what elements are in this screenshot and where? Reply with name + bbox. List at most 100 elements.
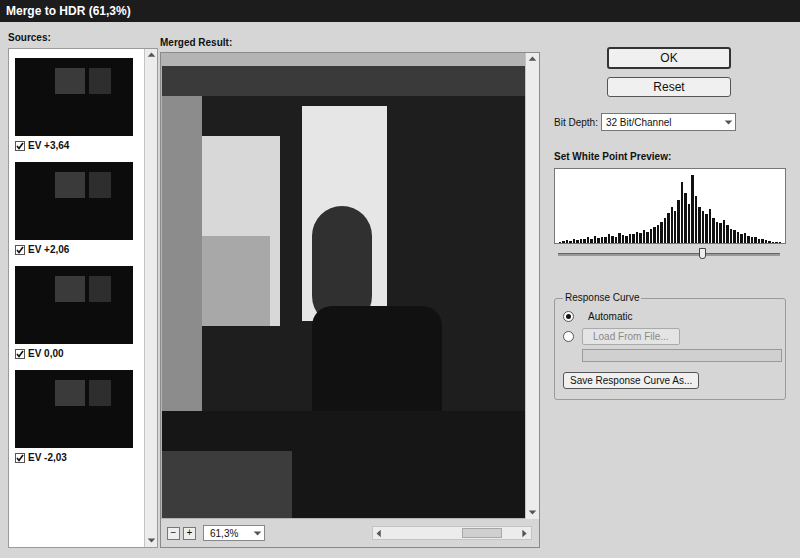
histogram-bar bbox=[643, 230, 645, 243]
histogram-bar bbox=[622, 235, 624, 243]
histogram-bar bbox=[580, 239, 582, 243]
response-option[interactable]: Automatic bbox=[563, 309, 779, 324]
histogram-bar bbox=[758, 239, 760, 243]
response-option[interactable]: Load From File... bbox=[563, 328, 779, 345]
save-curve-button[interactable]: Save Response Curve As... bbox=[563, 372, 699, 389]
bit-depth-value: 32 Bit/Channel bbox=[606, 115, 672, 130]
bit-depth-label: Bit Depth: bbox=[554, 115, 598, 130]
scroll-down-icon[interactable] bbox=[526, 506, 539, 519]
histogram-bar bbox=[646, 232, 648, 243]
scroll-thumb[interactable] bbox=[462, 528, 502, 538]
source-checkbox[interactable] bbox=[15, 349, 25, 359]
histogram-bar bbox=[657, 225, 659, 243]
histogram-bar bbox=[726, 225, 728, 243]
source-label: EV 0,00 bbox=[28, 348, 64, 360]
ok-button[interactable]: OK bbox=[607, 47, 731, 69]
histogram-bar bbox=[744, 233, 746, 243]
scroll-right-icon[interactable] bbox=[518, 527, 531, 540]
histogram-bar bbox=[597, 238, 599, 243]
histogram-bar bbox=[712, 218, 714, 243]
histogram-bar bbox=[639, 233, 641, 243]
sources-panel: Sources: EV +3,64EV +2,06 EV 0,00 EV -2,03 bbox=[0, 22, 160, 558]
histogram-bar bbox=[653, 227, 655, 243]
source-checkbox[interactable] bbox=[15, 245, 25, 255]
preview-toolbar: −+61,3% bbox=[161, 519, 539, 547]
source-thumbnail bbox=[15, 58, 133, 136]
histogram-bar bbox=[594, 236, 596, 243]
histogram-bar bbox=[674, 211, 676, 243]
preview-vscrollbar[interactable] bbox=[525, 53, 539, 519]
scroll-up-icon[interactable] bbox=[145, 49, 158, 62]
automatic-label: Automatic bbox=[588, 309, 632, 324]
sources-list[interactable]: EV +3,64EV +2,06 EV 0,00 EV -2,03 bbox=[8, 48, 158, 548]
settings-panel: OKResetBit Depth:32 Bit/ChannelSet White… bbox=[540, 22, 800, 558]
histogram-bar bbox=[590, 239, 592, 243]
histogram-bar bbox=[754, 237, 756, 243]
sources-scrollbar[interactable] bbox=[144, 49, 157, 547]
histogram-bar bbox=[747, 236, 749, 243]
scroll-up-icon[interactable] bbox=[526, 53, 539, 66]
response-curve-legend: Response Curve bbox=[563, 292, 641, 304]
histogram-bar bbox=[751, 237, 753, 243]
scroll-down-icon[interactable] bbox=[145, 534, 158, 547]
source-label: EV +3,64 bbox=[28, 140, 69, 152]
reset-button[interactable]: Reset bbox=[607, 77, 731, 97]
histogram-bar bbox=[733, 230, 735, 243]
zoom-value: 61,3% bbox=[210, 526, 238, 541]
source-item[interactable]: EV -2,03 bbox=[9, 361, 144, 465]
histogram-bar bbox=[761, 239, 763, 243]
source-thumbnail bbox=[15, 370, 133, 448]
radio-button[interactable] bbox=[563, 331, 574, 342]
histogram-bar bbox=[691, 175, 693, 243]
dropdown-icon[interactable] bbox=[251, 527, 264, 540]
histogram-bar bbox=[583, 239, 585, 243]
radio-button[interactable] bbox=[563, 311, 574, 322]
histogram-bar bbox=[611, 236, 613, 243]
window-title: Merge to HDR (61,3%) bbox=[6, 2, 131, 20]
histogram-bar bbox=[772, 242, 774, 243]
path-field bbox=[582, 349, 782, 362]
histogram-bar bbox=[737, 232, 739, 243]
scroll-left-icon[interactable] bbox=[373, 527, 386, 540]
histogram-bar bbox=[664, 218, 666, 243]
source-checkbox[interactable] bbox=[15, 141, 25, 151]
zoom-out-button[interactable]: − bbox=[167, 527, 180, 540]
source-thumbnail bbox=[15, 162, 133, 240]
histogram-bar bbox=[569, 241, 571, 243]
dropdown-icon[interactable] bbox=[722, 116, 735, 129]
source-checkbox[interactable] bbox=[15, 453, 25, 463]
histogram-bar bbox=[559, 242, 561, 243]
histogram-bar bbox=[695, 196, 697, 243]
histogram-bar bbox=[573, 239, 575, 243]
bit-depth-select[interactable]: 32 Bit/Channel bbox=[601, 113, 736, 131]
dialog-body: Sources:EV +3,64EV +2,06EV 0,00EV -2,03M… bbox=[0, 22, 800, 558]
merged-preview: −+61,3% bbox=[160, 52, 540, 548]
zoom-in-button[interactable]: + bbox=[183, 527, 196, 540]
zoom-select[interactable]: 61,3% bbox=[203, 525, 265, 541]
load-file-button[interactable]: Load From File... bbox=[582, 328, 680, 345]
histogram-bar bbox=[625, 236, 627, 243]
histogram-bar bbox=[719, 223, 721, 243]
response-curve-group: Response CurveAutomaticLoad From File...… bbox=[554, 298, 786, 400]
source-item[interactable]: EV 0,00 bbox=[9, 257, 144, 361]
hdr-photo bbox=[162, 66, 525, 518]
histogram-bar bbox=[650, 229, 652, 243]
histogram-bar bbox=[608, 234, 610, 243]
histogram-bar bbox=[636, 232, 638, 243]
slider-thumb[interactable] bbox=[699, 248, 706, 259]
source-label: EV -2,03 bbox=[28, 452, 67, 464]
preview-hscrollbar[interactable] bbox=[372, 526, 532, 540]
histogram-bar bbox=[768, 241, 770, 243]
histogram-bar bbox=[740, 234, 742, 243]
sources-label: Sources: bbox=[8, 22, 160, 48]
histogram-bar bbox=[677, 200, 679, 243]
white-point-slider[interactable] bbox=[558, 253, 780, 256]
histogram-bar bbox=[775, 242, 777, 243]
histogram-bar bbox=[681, 182, 683, 243]
histogram-bar bbox=[730, 229, 732, 243]
source-item[interactable]: EV +2,06 bbox=[9, 153, 144, 257]
histogram-bar bbox=[667, 213, 669, 243]
title-bar: Merge to HDR (61,3%) bbox=[0, 0, 800, 22]
histogram-bar bbox=[601, 237, 603, 243]
source-item[interactable]: EV +3,64 bbox=[9, 49, 144, 153]
